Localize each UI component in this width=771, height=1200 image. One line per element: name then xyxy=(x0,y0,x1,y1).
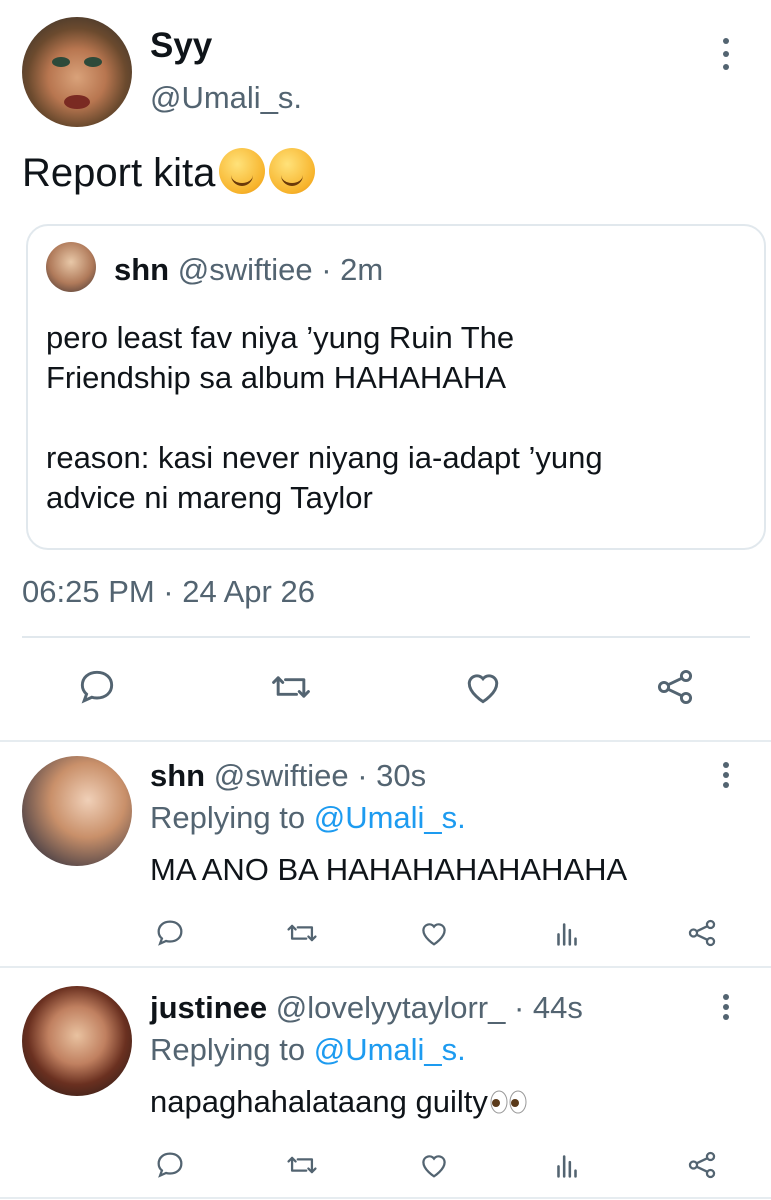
reply-icon[interactable] xyxy=(145,908,195,958)
author-handle[interactable]: @Umali_s. xyxy=(150,80,302,116)
reply-avatar[interactable] xyxy=(22,756,132,866)
reply-author-meta: @lovelyytaylorr_ · 44s xyxy=(267,990,583,1025)
like-icon[interactable] xyxy=(409,908,459,958)
retweet-icon[interactable] xyxy=(277,1140,327,1190)
reply-author-name[interactable]: shn xyxy=(150,758,205,793)
retweet-icon[interactable] xyxy=(277,908,327,958)
reply-text: MA ANO BA HAHAHAHAHAHAHA xyxy=(150,852,628,887)
quoted-author-avatar xyxy=(46,242,96,292)
like-icon[interactable] xyxy=(458,662,508,712)
separator xyxy=(0,966,771,968)
quoted-author-meta: @swiftiee · 2m xyxy=(169,252,384,287)
author-name[interactable]: Syy xyxy=(150,26,212,66)
more-options-icon[interactable] xyxy=(721,994,731,1020)
reply-header: shn @swiftiee · 30s xyxy=(150,758,426,794)
quoted-author-name: shn xyxy=(114,252,170,287)
analytics-icon[interactable] xyxy=(542,1140,592,1190)
reply-header: justinee @lovelyytaylorr_ · 44s xyxy=(150,990,583,1026)
reply-text: napaghahalataang guilty xyxy=(150,1084,528,1120)
replying-to-label: Replying to xyxy=(150,1032,314,1067)
tweet-text-content: Report kita xyxy=(22,151,216,195)
reply-avatar[interactable] xyxy=(22,986,132,1096)
share-icon[interactable] xyxy=(677,1140,727,1190)
author-avatar[interactable] xyxy=(22,17,132,127)
replying-to-link[interactable]: @Umali_s. xyxy=(314,800,466,835)
smiling-face-emoji xyxy=(219,148,266,194)
reply-icon[interactable] xyxy=(72,662,122,712)
tweet-timestamp: 06:25 PM · 24 Apr 26 xyxy=(22,574,315,609)
eyes-emoji xyxy=(490,1086,528,1114)
tweet-text: Report kita xyxy=(22,148,316,196)
more-options-icon[interactable] xyxy=(721,762,731,788)
analytics-icon[interactable] xyxy=(542,908,592,958)
avatar-eye xyxy=(84,57,102,67)
replying-to: Replying to @Umali_s. xyxy=(150,1032,466,1068)
separator xyxy=(0,1197,771,1199)
replying-to: Replying to @Umali_s. xyxy=(150,800,466,836)
reply-author-name[interactable]: justinee xyxy=(150,990,267,1025)
more-options-icon[interactable] xyxy=(721,38,731,70)
replying-to-link[interactable]: @Umali_s. xyxy=(314,1032,466,1067)
reply-author-meta: @swiftiee · 30s xyxy=(205,758,427,793)
reply-icon[interactable] xyxy=(145,1140,195,1190)
avatar-eye xyxy=(52,57,70,67)
divider xyxy=(22,636,750,638)
replying-to-label: Replying to xyxy=(150,800,314,835)
separator xyxy=(0,740,771,742)
share-icon[interactable] xyxy=(650,662,700,712)
share-icon[interactable] xyxy=(677,908,727,958)
smiling-face-emoji xyxy=(269,148,316,194)
like-icon[interactable] xyxy=(409,1140,459,1190)
retweet-icon[interactable] xyxy=(266,662,316,712)
quoted-tweet-text: pero least fav niya ’yung Ruin The Frien… xyxy=(46,320,603,515)
quoted-tweet-header: shn @swiftiee · 2m xyxy=(114,252,383,288)
avatar-mouth xyxy=(64,95,90,109)
reply-text-content: napaghahalataang guilty xyxy=(150,1084,488,1119)
